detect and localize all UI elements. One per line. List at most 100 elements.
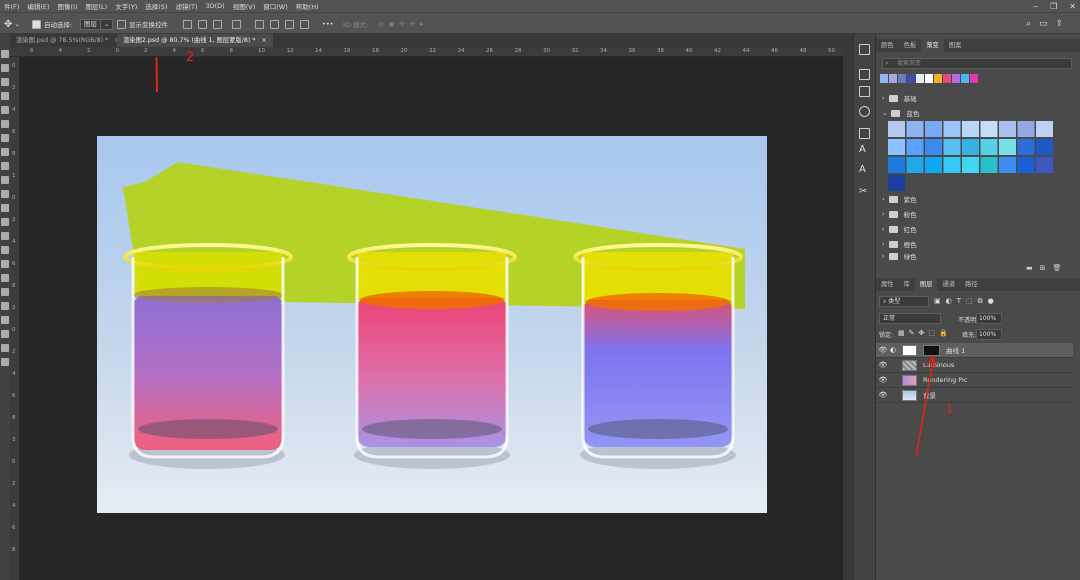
dodge-tool-icon[interactable] xyxy=(1,218,9,226)
gradient-group-basic[interactable]: › 基础 xyxy=(882,91,917,105)
color-icon[interactable] xyxy=(859,106,870,117)
adjustment-filter-icon[interactable]: ◐ xyxy=(946,297,952,306)
lasso-tool-icon[interactable] xyxy=(1,78,9,86)
recent-gradients[interactable] xyxy=(880,74,980,85)
tab-layers[interactable]: 图层 xyxy=(914,278,938,291)
smart-object-filter-icon[interactable]: ⧉ xyxy=(978,297,983,306)
paragraph-icon[interactable]: A xyxy=(859,164,870,175)
hand-tool-icon[interactable] xyxy=(1,288,9,296)
close-icon[interactable]: × xyxy=(261,37,266,44)
gradient-group-pink[interactable]: › 粉色 xyxy=(882,207,917,221)
menu-help[interactable]: 帮助(H) xyxy=(292,1,323,11)
gradient-swatch[interactable] xyxy=(888,157,905,173)
screen-mode-icon[interactable] xyxy=(1,358,9,366)
show-transform-toggle[interactable]: 显示变换控件 xyxy=(117,18,168,30)
menu-edit[interactable]: 编辑(E) xyxy=(23,1,53,11)
gradient-swatch[interactable] xyxy=(1036,157,1053,173)
gradient-swatch[interactable] xyxy=(980,157,998,173)
gradient-swatch[interactable] xyxy=(943,139,961,155)
3d-scale-icon[interactable]: ▸ xyxy=(420,20,423,28)
gradient-group-blue[interactable]: ⌄ 蓝色 xyxy=(882,106,919,120)
layer-filter-dropdown[interactable]: ⌕ 类型 xyxy=(879,296,929,307)
gradient-group-purple[interactable]: › 紫色 xyxy=(882,192,917,206)
more-tools-icon[interactable] xyxy=(1,316,9,324)
gradient-swatch[interactable] xyxy=(999,157,1016,173)
tools-options-icon[interactable]: ✂ xyxy=(859,186,870,197)
align-left-icon[interactable] xyxy=(183,19,192,29)
fill-input[interactable]: 100% xyxy=(976,329,1002,340)
type-tool-icon[interactable] xyxy=(1,246,9,254)
shape-tool-icon[interactable] xyxy=(1,274,9,282)
tab-color[interactable]: 颜色 xyxy=(876,39,899,52)
brush-settings-icon[interactable] xyxy=(859,128,870,139)
gradient-swatch[interactable] xyxy=(962,121,979,137)
align-middle-icon[interactable] xyxy=(270,19,279,29)
distribute-horizontal-icon[interactable] xyxy=(300,19,309,29)
3d-orbit-icon[interactable]: ◎ xyxy=(378,20,384,28)
lock-all-icon[interactable]: 🔒 xyxy=(939,329,948,337)
3d-pan-icon[interactable]: ✣ xyxy=(399,20,404,28)
gradient-swatch[interactable] xyxy=(962,157,979,173)
trash-icon[interactable]: 🗑 xyxy=(1053,264,1062,272)
tab-swatches[interactable]: 色板 xyxy=(899,39,922,52)
gradient-swatch[interactable] xyxy=(925,139,942,155)
gradient-group-red[interactable]: › 红色 xyxy=(882,222,917,236)
tab-patterns[interactable]: 图案 xyxy=(944,39,967,52)
minimize-button[interactable]: ‒ xyxy=(1033,2,1038,11)
history-icon[interactable] xyxy=(859,44,870,55)
healing-tool-icon[interactable] xyxy=(1,120,9,128)
gradient-swatch[interactable] xyxy=(999,121,1016,137)
gradient-swatch[interactable] xyxy=(1017,121,1035,137)
history-brush-tool-icon[interactable] xyxy=(1,162,9,170)
lock-position-icon[interactable]: ✥ xyxy=(919,329,925,337)
auto-select-toggle[interactable]: 自动选择: xyxy=(32,18,72,30)
shape-filter-icon[interactable]: ⬚ xyxy=(966,297,973,306)
gradient-swatch[interactable] xyxy=(980,139,998,155)
quick-mask-icon[interactable] xyxy=(1,344,9,352)
gradient-swatch[interactable] xyxy=(906,139,924,155)
align-top-icon[interactable] xyxy=(255,19,264,29)
menu-filter[interactable]: 滤镜(T) xyxy=(171,1,201,11)
visibility-eye-icon[interactable]: 👁 xyxy=(876,361,890,369)
canvas-area[interactable]: 2 xyxy=(20,50,853,580)
gradient-swatch[interactable] xyxy=(925,121,942,137)
document-canvas[interactable] xyxy=(20,57,853,580)
restore-button[interactable]: ❐ xyxy=(1050,2,1057,11)
lock-transparency-icon[interactable]: ▦ xyxy=(898,329,905,337)
filter-toggle-icon[interactable]: ● xyxy=(988,297,994,306)
gradient-swatch[interactable] xyxy=(980,121,998,137)
gradient-swatch[interactable] xyxy=(906,121,924,137)
gradient-group-green[interactable]: › 绿色 xyxy=(882,252,917,260)
tab-document-1[interactable]: 渲染图.psd @ 78.5%(RGB/8) * × xyxy=(10,34,126,47)
auto-select-dropdown[interactable]: 图层 ⌄ xyxy=(80,18,114,30)
gradient-swatch[interactable] xyxy=(1017,157,1035,173)
path-select-tool-icon[interactable] xyxy=(1,260,9,268)
gradient-swatch[interactable] xyxy=(925,157,942,173)
menu-select[interactable]: 选择(S) xyxy=(141,1,171,11)
blur-tool-icon[interactable] xyxy=(1,204,9,212)
share-icon[interactable]: ⇪ xyxy=(1056,19,1064,29)
blue-gradient-grid[interactable] xyxy=(888,121,1060,193)
gradient-search-input[interactable]: 搜索渐变 xyxy=(882,58,1072,69)
tab-document-2[interactable]: 渲染图2.psd @ 80.7% (曲线 1, 图层蒙版/8) * × xyxy=(117,34,273,47)
menu-layer[interactable]: 图层(L) xyxy=(82,1,112,11)
tab-gradients[interactable]: 渐变 xyxy=(921,39,944,52)
align-bottom-icon[interactable] xyxy=(285,19,294,29)
eraser-tool-icon[interactable] xyxy=(1,176,9,184)
gradient-swatch[interactable] xyxy=(906,157,924,173)
move-tool-icon[interactable] xyxy=(1,50,9,58)
foreground-color-icon[interactable] xyxy=(1,330,9,338)
tab-paths[interactable]: 路径 xyxy=(960,278,983,291)
blend-mode-dropdown[interactable]: 正常 xyxy=(879,313,941,324)
menu-file[interactable]: 件(F) xyxy=(0,1,23,11)
properties-icon[interactable] xyxy=(859,86,870,97)
brush-tool-icon[interactable] xyxy=(1,134,9,142)
gradient-swatch[interactable] xyxy=(943,121,961,137)
gradient-swatch[interactable] xyxy=(888,121,905,137)
adjustments-icon[interactable] xyxy=(859,69,870,80)
menu-window[interactable]: 窗口(W) xyxy=(259,1,292,11)
lock-pixels-icon[interactable]: ✎ xyxy=(909,329,915,337)
type-filter-icon[interactable]: T xyxy=(957,297,961,306)
gradient-group-orange[interactable]: › 橙色 xyxy=(882,237,917,251)
tab-properties[interactable]: 属性 xyxy=(876,278,899,291)
